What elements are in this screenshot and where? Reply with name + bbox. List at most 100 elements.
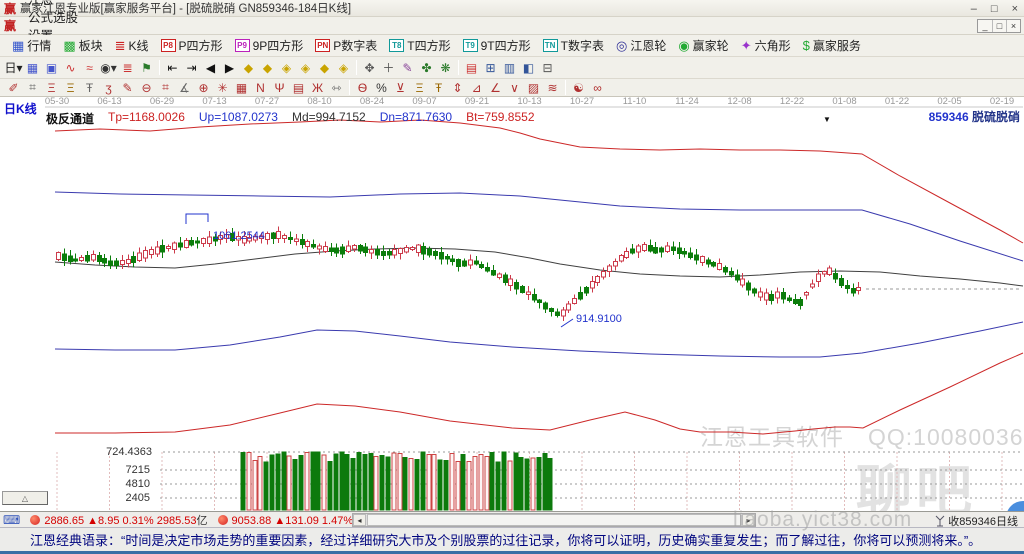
menu-公式选股[interactable]: 公式选股 <box>20 8 86 26</box>
maximize-button[interactable]: □ <box>991 3 998 15</box>
extend-line-icon[interactable]: ⇿ <box>327 79 346 96</box>
annotate-icon[interactable]: ✎ <box>118 79 137 96</box>
gann-diamond-6-icon[interactable]: ◈ <box>334 59 353 76</box>
calculator-icon[interactable]: ⊞ <box>481 59 500 76</box>
gann-fan-icon[interactable]: ✳ <box>213 79 232 96</box>
tab-daily-kline[interactable]: 日K线 <box>4 100 37 117</box>
nine-p-square-button[interactable]: P9 9P四方形 <box>229 36 310 56</box>
winner-wheel-button[interactable]: ◉ 赢家轮 <box>672 36 734 56</box>
scroll-thumb[interactable] <box>367 514 741 526</box>
kline-chart-svg[interactable]: 05-30 06-13 06-29 07-13 07-27 08-10 08-24 09-07… <box>0 97 1024 511</box>
cycle-line-icon[interactable]: ⊖ <box>137 79 156 96</box>
percent-tool-icon[interactable]: % <box>372 79 391 96</box>
window-grid-icon[interactable]: ▦ <box>23 59 42 76</box>
gann-wheel-button[interactable]: ◎ 江恩轮 <box>610 36 672 56</box>
last-bar-icon[interactable]: ⇥ <box>182 59 201 76</box>
triangle-tool-icon[interactable]: ⊿ <box>467 79 486 96</box>
nine-p-square-button-icon: P9 <box>234 39 250 52</box>
gann-diamond-5-icon[interactable]: ◆ <box>315 59 334 76</box>
taiji-icon[interactable]: ☯ <box>569 79 588 96</box>
mdi-minimize-button[interactable]: _ <box>978 20 992 32</box>
chart-area[interactable]: 江恩工具软件 QQ:100800360 聊吧 05-30 06-13 06-29 07… <box>0 97 1024 511</box>
index-icon-2[interactable] <box>217 514 228 525</box>
indicator-list-icon[interactable]: ≣ <box>118 59 137 76</box>
draw-tool-icon[interactable]: ✎ <box>398 59 417 76</box>
scroll-left-arrow[interactable]: ◂ <box>353 514 366 526</box>
winner-service-button[interactable]: $ 赢家服务 <box>797 36 867 56</box>
wave-count-icon[interactable]: Ν <box>251 79 270 96</box>
gann-line-1-icon[interactable]: Ξ <box>42 79 61 96</box>
t-line-icon[interactable]: Ŧ <box>80 79 99 96</box>
prev-bar-icon[interactable]: ◀ <box>201 59 220 76</box>
candle-style-selector[interactable]: ◉▾ <box>99 59 118 76</box>
curve-icon[interactable]: ∿ <box>61 59 80 76</box>
channel-tool-icon[interactable]: ≋ <box>543 79 562 96</box>
shade-box-icon[interactable]: ▨ <box>524 79 543 96</box>
t-number-table-button[interactable]: TN T数字表 <box>537 36 610 56</box>
nine-t-square-button[interactable]: T9 9T四方形 <box>457 36 537 56</box>
next-bar-icon[interactable]: ▶ <box>220 59 239 76</box>
angle-tool-icon[interactable]: ∡ <box>175 79 194 96</box>
volume-scale-label: 2405 <box>126 492 150 504</box>
p-number-table-button-icon: PN <box>315 39 331 52</box>
hexagon-button[interactable]: ✦ 六角形 <box>735 36 797 56</box>
square-grid-icon[interactable]: ⌗ <box>156 79 175 96</box>
gann-diamond-3-icon[interactable]: ◈ <box>277 59 296 76</box>
menu-logo-icon: 赢 <box>4 19 17 33</box>
close-button[interactable]: × <box>1012 3 1018 15</box>
oval-tool-icon[interactable]: Ѳ <box>353 79 372 96</box>
p-square-button[interactable]: P8 P四方形 <box>155 36 229 56</box>
marker-icon[interactable]: ✤ <box>417 59 436 76</box>
kline-button[interactable]: ≣ K线 <box>109 36 155 56</box>
infinity-icon[interactable]: ∞ <box>588 79 607 96</box>
time-ruler-icon[interactable]: Ŧ <box>429 79 448 96</box>
index-quote-1[interactable]: 2886.65 ▲8.95 0.31% 2985.53亿 <box>44 512 207 528</box>
first-bar-icon[interactable]: ⇤ <box>163 59 182 76</box>
grid-tool-icon[interactable]: ⌗ <box>23 79 42 96</box>
fork-line-icon[interactable]: Ψ <box>270 79 289 96</box>
index-icon-1[interactable] <box>30 514 41 525</box>
t-square-button[interactable]: T8 T四方形 <box>383 36 456 56</box>
sector-button[interactable]: ▩ 板块 <box>57 36 108 56</box>
retrace-icon[interactable]: ⊻ <box>391 79 410 96</box>
date-tick: 08-10 <box>307 97 331 107</box>
band-icon[interactable]: ▤ <box>289 79 308 96</box>
gann-diamond-4-icon[interactable]: ◈ <box>296 59 315 76</box>
gann-line-2-icon[interactable]: Ξ <box>61 79 80 96</box>
star-line-icon[interactable]: Ж <box>308 79 327 96</box>
date-tick: 09-21 <box>465 97 489 107</box>
pan-tool-icon[interactable]: ✥ <box>360 59 379 76</box>
minimize-button[interactable]: – <box>971 3 977 15</box>
expand-panel-button[interactable]: △ <box>2 491 48 505</box>
angle-line-icon[interactable]: ∠ <box>486 79 505 96</box>
crosshair-icon[interactable]: ＋ <box>379 59 398 76</box>
mdi-restore-button[interactable]: □ <box>992 20 1006 32</box>
pen-tool-icon[interactable]: ✐ <box>4 79 23 96</box>
keyboard-icon[interactable]: ⌨ <box>3 513 20 527</box>
chart-annotations: 1061.2544 914.9100 ▼ <box>185 115 831 328</box>
pattern-icon[interactable]: ❋ <box>436 59 455 76</box>
icon-toolbar: 日▾ ▦ ▣ ∿ ≈ ◉▾ ≣ ⚑ ⇤ ⇥ ◀ ▶ ◆ ◆ ◈ ◈ ◆ ◈ ✥ ＋ ✎ ✤ ❋ ▤ ⊞ ▥ ◧ ⊟ <box>0 57 1024 79</box>
up-line <box>54 191 1024 262</box>
gann-diamond-1-icon[interactable]: ◆ <box>239 59 258 76</box>
save-icon[interactable]: ◧ <box>519 59 538 76</box>
panel-icon[interactable]: ▣ <box>42 59 61 76</box>
flag-icon[interactable]: ⚑ <box>137 59 156 76</box>
gann-box-icon[interactable]: ▦ <box>232 79 251 96</box>
check-line-icon[interactable]: ∨ <box>505 79 524 96</box>
period-day-selector[interactable]: 日▾ <box>4 59 23 76</box>
report-icon[interactable]: ▥ <box>500 59 519 76</box>
gann-circle-icon[interactable]: ⊕ <box>194 79 213 96</box>
horizontal-scrollbar[interactable]: ◂ ▸ <box>352 513 756 527</box>
p-number-table-button[interactable]: PN P数字表 <box>309 36 383 56</box>
wave-icon[interactable]: ≈ <box>80 59 99 76</box>
market-button[interactable]: ▦ 行情 <box>6 36 57 56</box>
golden-section-icon[interactable]: Ξ <box>410 79 429 96</box>
nine-t-square-button-label: 9T四方形 <box>480 39 531 53</box>
gann-diamond-2-icon[interactable]: ◆ <box>258 59 277 76</box>
export-icon[interactable]: ⊟ <box>538 59 557 76</box>
price-ruler-icon[interactable]: ⇕ <box>448 79 467 96</box>
mdi-close-button[interactable]: × <box>1006 20 1020 32</box>
spiral-icon[interactable]: ʒ <box>99 79 118 96</box>
calendar-icon[interactable]: ▤ <box>462 59 481 76</box>
